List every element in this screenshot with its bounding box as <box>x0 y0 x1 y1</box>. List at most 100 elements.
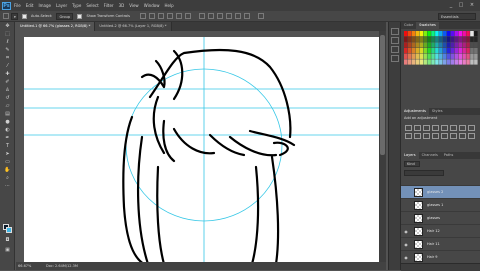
layer-row[interactable]: ◉ Hair 9 <box>401 250 480 263</box>
menu-3d[interactable]: 3D <box>119 3 125 8</box>
color-balance-icon[interactable] <box>459 125 466 131</box>
distribute-bottom-icon[interactable] <box>217 13 223 19</box>
layer-name[interactable]: glasses <box>427 216 440 220</box>
layer-name[interactable]: Hair 12 <box>427 229 440 233</box>
align-center-icon[interactable] <box>176 13 182 19</box>
brightness-contrast-icon[interactable] <box>405 125 412 131</box>
hand-tool-icon[interactable]: ✋ <box>2 167 13 174</box>
layer-name[interactable]: Hair 9 <box>427 255 438 259</box>
dodge-icon[interactable]: ◐ <box>2 127 13 134</box>
menu-file[interactable]: File <box>14 3 21 8</box>
tab-swatches[interactable]: Swatches <box>416 22 439 29</box>
zoom-tool-icon[interactable]: ⌕ <box>2 175 13 182</box>
selective-color-icon[interactable] <box>468 133 475 139</box>
menu-view[interactable]: View <box>129 3 139 8</box>
move-tool-icon[interactable]: ✥ <box>2 23 13 30</box>
path-select-icon[interactable]: ➤ <box>2 151 13 158</box>
invert-icon[interactable] <box>432 133 439 139</box>
pen-tool-icon[interactable]: ✒ <box>2 135 13 142</box>
tab-color[interactable]: Color <box>401 22 416 29</box>
exposure-icon[interactable] <box>432 125 439 131</box>
distribute-middle-icon[interactable] <box>208 13 214 19</box>
eye-icon[interactable]: ◉ <box>403 242 409 247</box>
scrollbar-thumb[interactable] <box>380 35 385 155</box>
gradient-map-icon[interactable] <box>459 133 466 139</box>
move-tool-icon[interactable] <box>3 13 9 19</box>
workspace-dropdown[interactable]: Essentials <box>438 13 476 20</box>
quick-select-icon[interactable]: ✎ <box>2 47 13 54</box>
brush-panel-icon[interactable] <box>391 55 399 62</box>
align-middle-icon[interactable] <box>149 13 155 19</box>
channel-mixer-icon[interactable] <box>414 133 421 139</box>
auto-align-icon[interactable] <box>258 13 264 19</box>
eyedropper-icon[interactable]: ⁄ <box>2 63 13 70</box>
properties-panel-icon[interactable] <box>391 37 399 44</box>
menu-window[interactable]: Window <box>144 3 160 8</box>
color-lookup-icon[interactable] <box>423 133 430 139</box>
menu-edit[interactable]: Edit <box>26 3 34 8</box>
tab-layers[interactable]: Layers <box>401 152 419 159</box>
posterize-icon[interactable] <box>441 133 448 139</box>
tool-preset-dropdown[interactable]: ▾ <box>11 12 18 20</box>
menu-type[interactable]: Type <box>72 3 81 8</box>
heal-brush-icon[interactable]: ✚ <box>2 71 13 78</box>
document-canvas[interactable] <box>24 37 386 264</box>
menu-filter[interactable]: Filter <box>104 3 114 8</box>
brush-tool-icon[interactable]: ✐ <box>2 79 13 86</box>
background-color-swatch[interactable] <box>6 227 12 233</box>
tab-channels[interactable]: Channels <box>419 152 441 159</box>
layer-row[interactable]: glasses 2 <box>401 185 480 198</box>
auto-select-checkbox[interactable] <box>22 13 27 19</box>
vertical-scrollbar[interactable] <box>379 31 386 264</box>
maximize-button[interactable]: □ <box>457 1 465 9</box>
tab-styles[interactable]: Styles <box>429 108 446 115</box>
eye-icon[interactable]: ◉ <box>403 255 409 260</box>
layer-row[interactable]: ◉ Hair 11 <box>401 237 480 250</box>
swatches-grid[interactable] <box>404 31 478 65</box>
align-left-icon[interactable] <box>167 13 173 19</box>
hue-saturation-icon[interactable] <box>450 125 457 131</box>
close-button[interactable]: × <box>468 1 476 9</box>
photo-filter-icon[interactable] <box>405 133 412 139</box>
threshold-icon[interactable] <box>450 133 457 139</box>
menu-select[interactable]: Select <box>86 3 98 8</box>
blur-icon[interactable]: ● <box>2 119 13 126</box>
curves-icon[interactable] <box>423 125 430 131</box>
screen-mode-icon[interactable]: ▣ <box>2 247 13 254</box>
gradient-icon[interactable]: ▤ <box>2 111 13 118</box>
more-tools-icon[interactable]: ⋯ <box>2 183 13 190</box>
lasso-tool-icon[interactable]: ℓ <box>2 39 13 46</box>
align-top-icon[interactable] <box>140 13 146 19</box>
distribute-left-icon[interactable] <box>226 13 232 19</box>
black-white-icon[interactable] <box>468 125 475 131</box>
info-panel-icon[interactable] <box>391 46 399 53</box>
type-tool-icon[interactable]: T <box>2 143 13 150</box>
align-right-icon[interactable] <box>185 13 191 19</box>
layer-row[interactable]: ◉ Hair 12 <box>401 224 480 237</box>
menu-layer[interactable]: Layer <box>56 3 67 8</box>
layer-name[interactable]: glasses 2 <box>427 190 443 194</box>
distribute-center-icon[interactable] <box>235 13 241 19</box>
distribute-right-icon[interactable] <box>244 13 250 19</box>
document-tab-2[interactable]: Untitled-2 @ 66.7% (Layer 1, RGB/8) * <box>95 22 172 31</box>
minimize-button[interactable]: _ <box>447 1 455 9</box>
blend-mode-dropdown[interactable] <box>404 170 444 176</box>
history-brush-icon[interactable]: ↺ <box>2 95 13 102</box>
layer-row[interactable]: glasses 1 <box>401 198 480 211</box>
layer-name[interactable]: Hair 11 <box>427 242 440 246</box>
layer-row[interactable]: glasses <box>401 211 480 224</box>
tab-adjustments[interactable]: Adjustments <box>401 108 429 115</box>
vibrance-icon[interactable] <box>441 125 448 131</box>
document-tab-1[interactable]: Untitled-1 @ 66.7% (glasses 2, RGB/8) * <box>16 22 96 31</box>
quick-mask-icon[interactable]: ◘ <box>2 237 13 244</box>
shape-tool-icon[interactable]: ▭ <box>2 159 13 166</box>
canvas-area[interactable] <box>16 31 386 264</box>
marquee-tool-icon[interactable]: ⬚ <box>2 31 13 38</box>
zoom-level[interactable]: 66.67% <box>18 262 42 270</box>
auto-select-dropdown[interactable]: Group <box>56 12 74 20</box>
clone-stamp-icon[interactable]: ♙ <box>2 87 13 94</box>
menu-help[interactable]: Help <box>164 3 173 8</box>
crop-tool-icon[interactable]: ⌗ <box>2 55 13 62</box>
align-bottom-icon[interactable] <box>158 13 164 19</box>
eraser-icon[interactable]: ▱ <box>2 103 13 110</box>
